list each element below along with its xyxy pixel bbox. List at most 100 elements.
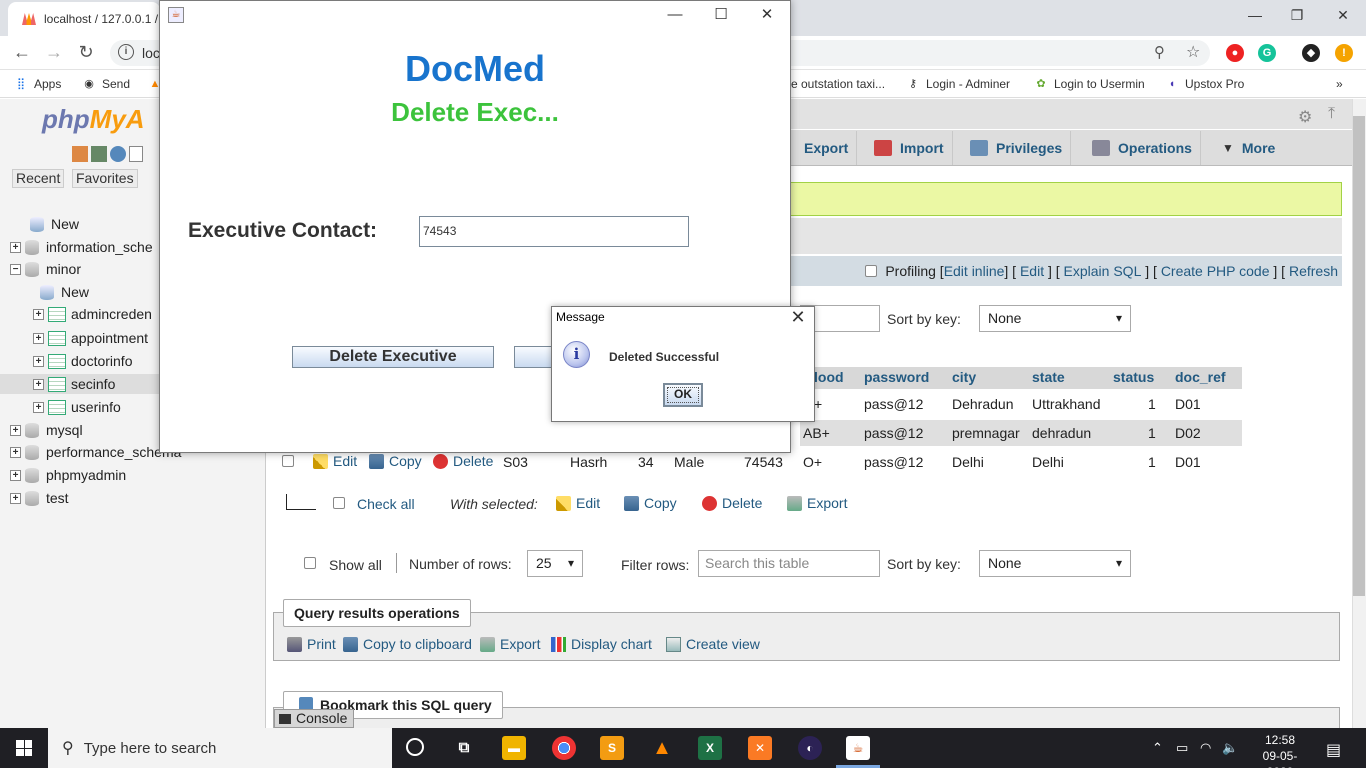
notification-icon[interactable]: ▤ [1326, 740, 1341, 760]
expand-icon[interactable]: − [10, 263, 21, 275]
executive-contact-input[interactable]: 74543 [419, 216, 689, 247]
minimize-icon[interactable]: — [652, 4, 698, 26]
sort-select-bottom[interactable]: None [979, 550, 1131, 577]
bulk-delete[interactable]: Delete [702, 495, 762, 511]
edit-inline-link[interactable]: Edit inline [944, 263, 1005, 279]
maximize-icon[interactable]: ☐ [698, 4, 744, 26]
bookmark-apps[interactable]: ⣿ Apps [14, 77, 61, 91]
home-icon[interactable] [72, 146, 88, 162]
tree-db-item[interactable]: + test [10, 488, 69, 508]
copy-clipboard-link[interactable]: Copy to clipboard [343, 636, 472, 652]
minimize-icon[interactable]: — [1232, 4, 1278, 26]
eclipse-icon[interactable]: ◐ [798, 736, 822, 760]
expand-icon[interactable]: + [10, 424, 21, 436]
restore-icon[interactable]: ❐ [1274, 4, 1320, 26]
tree-new-item[interactable]: New [30, 214, 79, 234]
display-chart-link[interactable]: Display chart [551, 636, 652, 652]
expand-icon[interactable]: + [10, 492, 21, 504]
export-link[interactable]: Export [480, 636, 540, 652]
col-city[interactable]: city [952, 369, 976, 385]
expand-icon[interactable]: + [33, 401, 44, 413]
close-icon[interactable]: ✕ [744, 4, 790, 26]
bookmark-outstation[interactable]: e outstation taxi... [791, 77, 885, 91]
bulk-export[interactable]: Export [787, 495, 847, 511]
create-php-link[interactable]: Create PHP code [1161, 263, 1270, 279]
tab-import[interactable]: Import [866, 131, 953, 165]
reload-icon[interactable]: ↻ [74, 41, 98, 65]
bulk-edit[interactable]: Edit [556, 495, 600, 511]
tree-db-item[interactable]: − minor [10, 259, 81, 279]
favorites-button[interactable]: Favorites [72, 169, 138, 188]
sort-select-top[interactable]: None [979, 305, 1131, 332]
wifi-icon[interactable]: ◠ [1200, 740, 1211, 756]
tab-operations[interactable]: Operations [1084, 131, 1201, 165]
tree-table-item[interactable]: + userinfo [33, 397, 121, 417]
browser-tab[interactable]: localhost / 127.0.0.1 / [8, 2, 160, 36]
tree-db-item[interactable]: + phpmyadmin [10, 465, 126, 485]
expand-icon[interactable]: + [33, 355, 44, 367]
tab-privileges[interactable]: Privileges [962, 131, 1072, 165]
rows-select[interactable]: 25 [527, 550, 583, 577]
console-tab[interactable]: Console [274, 709, 354, 728]
expand-icon[interactable]: + [33, 332, 44, 344]
col-doc-ref[interactable]: doc_ref [1175, 369, 1226, 385]
close-icon[interactable]: ✕ [1320, 4, 1366, 26]
battery-icon[interactable]: ▭ [1176, 740, 1188, 756]
bulk-copy[interactable]: Copy [624, 495, 677, 511]
pma-logo[interactable]: phpMyA [42, 104, 145, 135]
tree-table-item[interactable]: + secinfo [33, 374, 115, 394]
file-explorer-icon[interactable]: ▬ [502, 736, 526, 760]
cortana-icon[interactable] [406, 738, 424, 756]
help-icon[interactable] [110, 146, 126, 162]
row-checkbox[interactable] [282, 455, 294, 467]
taskbar-search[interactable]: ⚲ Type here to search [48, 728, 392, 768]
check-all-label[interactable]: Check all [357, 496, 415, 512]
create-view-link[interactable]: Create view [666, 636, 760, 652]
update-alert-icon[interactable]: ! [1335, 44, 1353, 62]
profile-avatar[interactable]: ◆ [1302, 44, 1320, 62]
expand-icon[interactable]: + [33, 378, 44, 390]
profiling-checkbox[interactable] [865, 265, 878, 277]
back-icon[interactable]: ← [10, 41, 34, 65]
tray-chevron-icon[interactable]: ⌃ [1152, 740, 1163, 756]
forward-icon[interactable]: → [42, 41, 66, 65]
settings-gear-icon[interactable]: ⚙ [1298, 107, 1312, 127]
tab-more[interactable]: ▼ More [1214, 131, 1283, 165]
bookmark-send[interactable]: ◉ Send [82, 77, 130, 91]
zoom-icon[interactable]: ⚲ [1154, 43, 1165, 61]
filter-rows-input[interactable]: Search this table [698, 550, 880, 577]
volume-icon[interactable]: 🔈 [1222, 740, 1238, 756]
excel-icon[interactable]: X [698, 736, 722, 760]
expand-icon[interactable]: + [10, 241, 21, 253]
vlc-icon[interactable]: ▲ [650, 736, 674, 760]
site-info-icon[interactable]: i [118, 44, 134, 60]
grammarly-icon[interactable]: G [1258, 44, 1276, 62]
row-edit[interactable]: Edit [313, 453, 357, 469]
delete-executive-button[interactable]: Delete Executive [292, 346, 494, 368]
expand-icon[interactable]: + [10, 469, 21, 481]
refresh-link[interactable]: Refresh [1289, 263, 1338, 279]
show-all-label[interactable]: Show all [329, 557, 382, 573]
tree-db-item[interactable]: + performance_schema [10, 442, 181, 462]
col-password[interactable]: password [864, 369, 929, 385]
extension-stop-icon[interactable]: ● [1226, 44, 1244, 62]
xampp-icon[interactable]: ✕ [748, 736, 772, 760]
tab-export[interactable]: Export [796, 131, 858, 165]
task-view-icon[interactable]: ⧉ [452, 736, 476, 760]
tree-table-item[interactable]: + appointment [33, 328, 148, 348]
col-status[interactable]: status [1113, 369, 1154, 385]
clock[interactable]: 12:58 09-05-2020 [1252, 732, 1308, 768]
java-icon[interactable]: ☕ [846, 736, 870, 760]
scroll-thumb[interactable] [1353, 116, 1365, 596]
bookmark-star-icon[interactable]: ☆ [1186, 42, 1200, 62]
col-blood[interactable]: lood [814, 369, 844, 385]
print-link[interactable]: Print [287, 636, 336, 652]
expand-icon[interactable]: + [33, 308, 44, 320]
logout-icon[interactable] [91, 146, 107, 162]
bookmarks-overflow-icon[interactable]: » [1336, 77, 1343, 91]
check-all-checkbox[interactable] [333, 497, 345, 509]
tree-new-item[interactable]: New [38, 282, 89, 302]
docs-icon[interactable] [129, 146, 143, 162]
tree-table-item[interactable]: + admincreden [33, 304, 152, 324]
tree-table-item[interactable]: + doctorinfo [33, 351, 132, 371]
